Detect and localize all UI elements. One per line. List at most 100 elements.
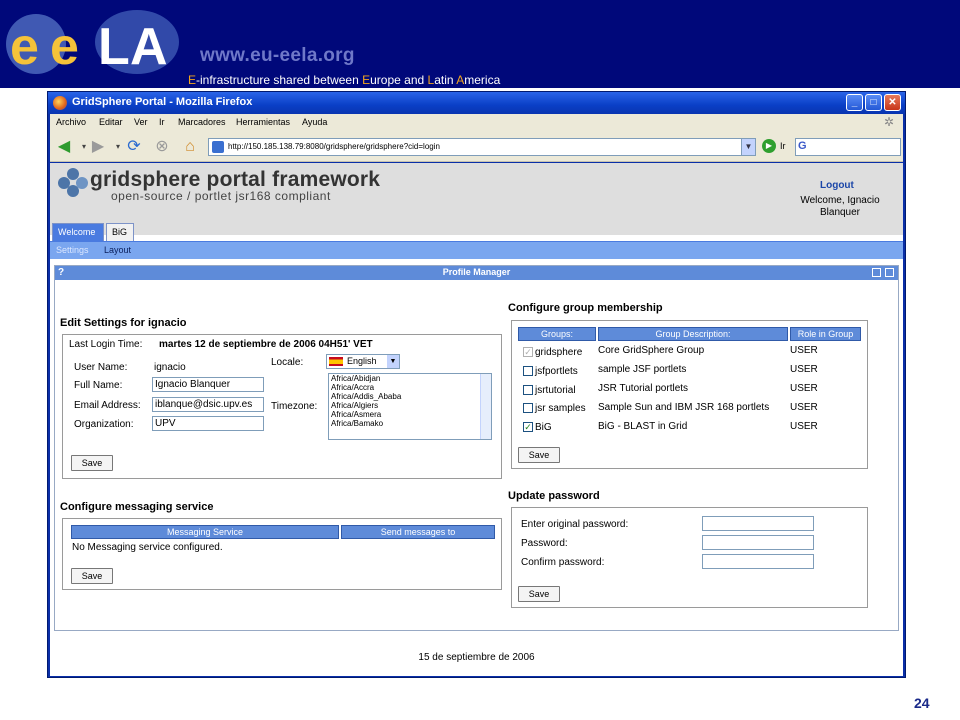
save-password-button[interactable]: Save: [518, 586, 560, 602]
window-titlebar[interactable]: GridSphere Portal - Mozilla Firefox _ □ …: [48, 92, 905, 114]
group-role: USER: [790, 383, 818, 394]
update-password-heading: Update password: [508, 490, 600, 502]
messaging-heading: Configure messaging service: [60, 501, 214, 513]
window-title: GridSphere Portal - Mozilla Firefox: [72, 96, 253, 108]
timezone-listbox[interactable]: Africa/Abidjan Africa/Accra Africa/Addis…: [328, 373, 492, 440]
confirm-password-label: Confirm password:: [521, 557, 605, 568]
portlet-titlebar: ? Profile Manager: [55, 266, 898, 280]
maximize-portlet-icon[interactable]: [885, 268, 894, 277]
group-checkbox[interactable]: [523, 366, 533, 376]
full-name-field[interactable]: Ignacio Blanquer: [152, 377, 264, 392]
original-password-field[interactable]: [702, 516, 814, 531]
user-name-value: ignacio: [154, 362, 186, 373]
timezone-option[interactable]: Africa/Algiers: [329, 401, 491, 410]
portal-subtitle: open-source / portlet jsr168 compliant: [111, 189, 331, 203]
slide-number: 24: [914, 695, 930, 711]
menu-marcadores[interactable]: Marcadores: [178, 117, 226, 127]
original-password-label: Enter original password:: [521, 519, 629, 530]
locale-dropdown-icon[interactable]: ▼: [387, 355, 399, 368]
tagline-text: atin: [434, 73, 457, 87]
timezone-option[interactable]: Africa/Asmera: [329, 410, 491, 419]
maximize-button[interactable]: □: [865, 94, 882, 111]
forward-icon[interactable]: ▶: [88, 137, 108, 157]
confirm-password-field[interactable]: [702, 554, 814, 569]
svg-text:L: L: [98, 18, 130, 76]
tab-welcome[interactable]: Welcome: [52, 223, 104, 241]
page-icon: [212, 141, 224, 153]
group-membership-box: Groups: Group Description: Role in Group…: [511, 320, 868, 469]
group-description-header: Group Description:: [598, 327, 788, 341]
google-icon: G: [798, 140, 807, 152]
portal-tabs: Welcome BiG: [50, 223, 903, 241]
logout-link[interactable]: Logout: [820, 180, 854, 191]
organization-label: Organization:: [74, 419, 134, 430]
group-name: gridsphere: [535, 347, 583, 358]
group-description: Core GridSphere Group: [598, 345, 705, 356]
stop-icon[interactable]: ⊗: [152, 137, 172, 157]
portlet-title: Profile Manager: [442, 267, 511, 277]
messaging-box: Messaging Service Send messages to No Me…: [62, 518, 502, 590]
minimize-button[interactable]: _: [846, 94, 863, 111]
role-header: Role in Group: [790, 327, 861, 341]
back-icon[interactable]: ◀: [54, 137, 74, 157]
group-checkbox[interactable]: [523, 403, 533, 413]
tab-big[interactable]: BiG: [106, 223, 134, 241]
home-icon[interactable]: ⌂: [180, 137, 200, 157]
timezone-option[interactable]: Africa/Accra: [329, 383, 491, 392]
update-password-box: Enter original password: Password: Confi…: [511, 507, 868, 608]
minimize-portlet-icon[interactable]: [872, 268, 881, 277]
save-settings-button[interactable]: Save: [71, 455, 113, 471]
save-groups-button[interactable]: Save: [518, 447, 560, 463]
close-button[interactable]: ✕: [884, 94, 901, 111]
menu-herramientas[interactable]: Herramientas: [236, 117, 290, 127]
timezone-scrollbar[interactable]: [480, 374, 491, 439]
search-box[interactable]: G: [795, 138, 901, 156]
menu-ver[interactable]: Ver: [134, 117, 148, 127]
timezone-option[interactable]: Africa/Abidjan: [329, 374, 491, 383]
tagline-text: merica: [464, 73, 501, 87]
email-field[interactable]: iblanque@dsic.upv.es: [152, 397, 264, 412]
slide-banner: e e L A www.eu-eela.org E-infrastructure…: [0, 0, 960, 88]
footer-date: 15 de septiembre de 2006: [418, 652, 535, 663]
organization-field[interactable]: UPV: [152, 416, 264, 431]
throbber-icon: ✲: [884, 115, 895, 129]
locale-select[interactable]: English ▼: [326, 354, 400, 369]
messaging-service-header: Messaging Service: [71, 525, 339, 539]
go-label[interactable]: Ir: [780, 141, 786, 151]
group-description: JSR Tutorial portlets: [598, 383, 689, 394]
timezone-option[interactable]: Africa/Addis_Ababa: [329, 392, 491, 401]
group-name: BiG: [535, 422, 552, 433]
menu-editar[interactable]: Editar: [99, 117, 123, 127]
password-label: Password:: [521, 538, 568, 549]
menu-archivo[interactable]: Archivo: [56, 117, 86, 127]
welcome-message: Welcome, Ignacio Blanquer: [790, 195, 890, 219]
tagline: E-infrastructure shared between Europe a…: [188, 73, 500, 87]
password-field[interactable]: [702, 535, 814, 550]
timezone-option[interactable]: Africa/Bamako: [329, 419, 491, 428]
timezone-label: Timezone:: [271, 401, 318, 412]
go-icon[interactable]: ▶: [762, 139, 776, 153]
locale-label: Locale:: [271, 357, 304, 368]
address-dropdown-icon[interactable]: ▼: [741, 139, 755, 155]
menu-ir[interactable]: Ir: [159, 117, 165, 127]
firefox-icon: [53, 96, 67, 110]
welcome-line: Welcome, Ignacio: [800, 195, 880, 206]
tagline-initial: E: [362, 73, 371, 87]
reload-icon[interactable]: ⟳: [124, 137, 144, 157]
menu-ayuda[interactable]: Ayuda: [302, 117, 327, 127]
locale-value: English: [347, 356, 377, 366]
subtab-layout[interactable]: Layout: [104, 245, 131, 255]
navigation-toolbar: ◀ ▾ ▶ ▾ ⟳ ⊗ ⌂ http://150.185.138.79:8080…: [50, 132, 903, 162]
address-bar[interactable]: http://150.185.138.79:8080/gridsphere/gr…: [208, 138, 756, 156]
email-label: Email Address:: [74, 400, 141, 411]
subtab-settings[interactable]: Settings: [56, 245, 89, 255]
gridsphere-logo-icon: [58, 168, 94, 198]
browser-window: GridSphere Portal - Mozilla Firefox _ □ …: [47, 91, 906, 678]
group-description: sample JSF portlets: [598, 364, 687, 375]
group-name: jsrtutorial: [535, 385, 576, 396]
tagline-text: urope and: [370, 73, 428, 87]
group-checkbox[interactable]: ✓: [523, 422, 533, 432]
save-messaging-button[interactable]: Save: [71, 568, 113, 584]
eela-logo: e e L A: [2, 4, 187, 84]
group-checkbox[interactable]: [523, 385, 533, 395]
